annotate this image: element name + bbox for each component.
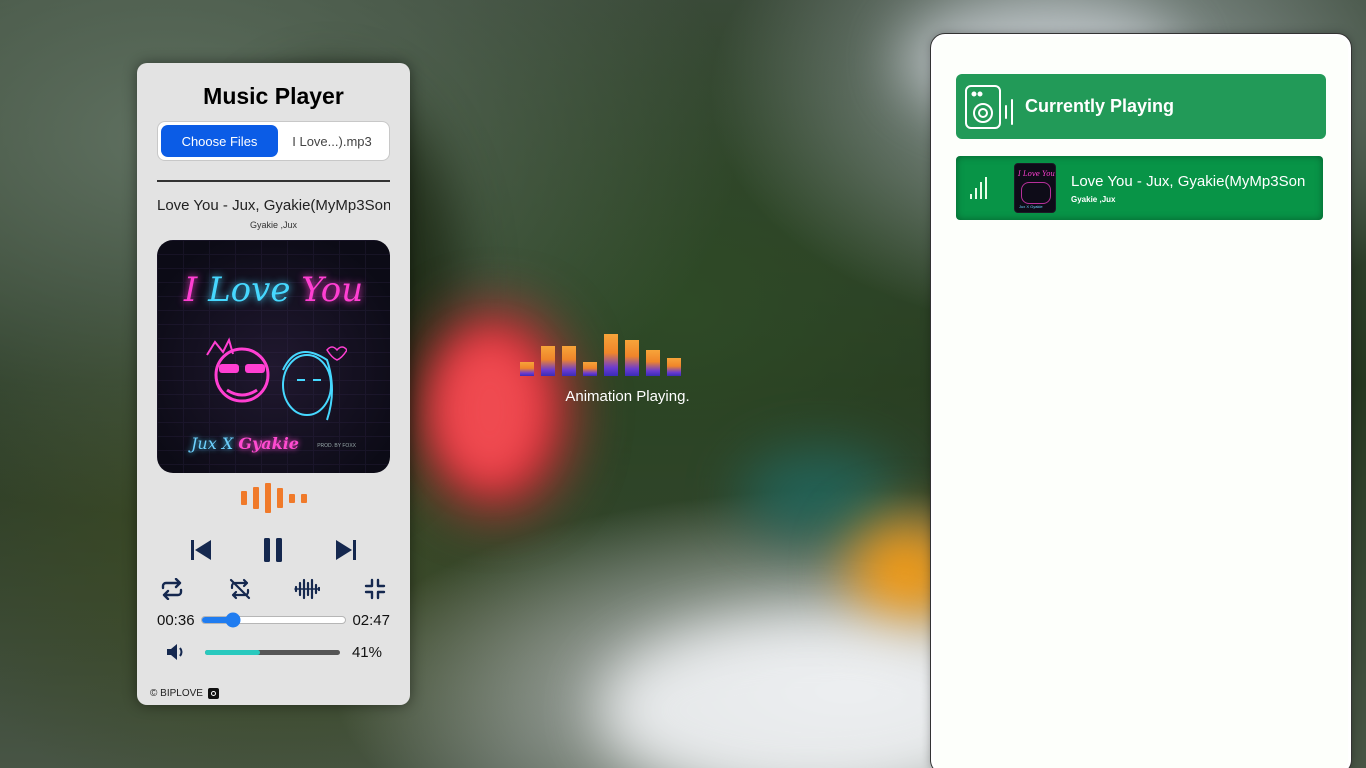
album-cover: I Love You Jux X Gyakie PROD. BY FOXX <box>157 240 390 473</box>
seek-slider[interactable] <box>200 612 347 628</box>
file-input[interactable]: Choose Files I Love...).mp3 <box>157 121 390 161</box>
seek-thumb[interactable] <box>225 612 241 628</box>
github-icon[interactable] <box>207 688 219 699</box>
cover-faces-illustration <box>206 337 347 421</box>
duration-time: 02:47 <box>352 611 390 629</box>
music-player-panel: Music Player Choose Files I Love...).mp3… <box>137 63 410 705</box>
playback-options <box>157 576 390 602</box>
copyright-text: © BIPLOVE <box>150 688 203 699</box>
divider <box>157 180 390 182</box>
skip-previous-icon <box>191 540 212 560</box>
song-artist: Gyakie ,Jux <box>249 220 298 230</box>
animation-status: Animation Playing. <box>565 388 690 405</box>
song-title: Love You - Jux, Gyakie(MyMp3Song <box>157 197 390 214</box>
cover-producer-text: PROD. BY FOXX <box>317 443 356 449</box>
waveform-icon <box>294 578 321 600</box>
now-playing-icon <box>970 177 1010 199</box>
volume-icon[interactable] <box>165 642 187 662</box>
choose-files-button[interactable]: Choose Files <box>161 125 278 157</box>
collapse-icon <box>364 578 386 600</box>
volume-row: 41% <box>157 642 390 662</box>
shuffle-toggle[interactable] <box>225 574 255 604</box>
shuffle-off-icon <box>229 578 250 600</box>
cover-artist-text: Jux X Gyakie <box>191 434 299 453</box>
previous-button[interactable] <box>186 535 216 565</box>
mini-visualizer <box>157 483 390 513</box>
volume-slider[interactable] <box>205 649 340 655</box>
pause-button[interactable] <box>258 535 288 565</box>
footer: © BIPLOVE <box>150 688 219 699</box>
playback-controls <box>157 535 390 565</box>
queue-header: Currently Playing <box>956 74 1326 139</box>
queue-title: Currently Playing <box>1025 96 1175 116</box>
progress-row: 00:36 02:47 <box>157 610 390 630</box>
next-button[interactable] <box>331 535 361 565</box>
cover-title-text: I Love You <box>183 270 364 310</box>
queue-item-thumbnail: I Love You Jux X Gyakie <box>1014 163 1056 213</box>
speaker-icon <box>965 84 1013 129</box>
queue-panel: Currently Playing I Love You Jux X Gyaki… <box>931 34 1351 768</box>
center-visualizer <box>520 334 730 376</box>
minimize-button[interactable] <box>360 574 390 604</box>
repeat-icon <box>161 578 183 600</box>
queue-item-artist: Gyakie ,Jux <box>1071 194 1116 204</box>
selected-file-name: I Love...).mp3 <box>292 133 372 149</box>
pause-icon <box>264 538 283 562</box>
queue-item[interactable]: I Love You Jux X Gyakie Love You - Jux, … <box>956 156 1323 220</box>
repeat-button[interactable] <box>157 574 187 604</box>
equalizer-button[interactable] <box>292 574 322 604</box>
current-time: 00:36 <box>157 611 195 629</box>
skip-next-icon <box>335 540 356 560</box>
volume-percent: 41% <box>351 643 382 661</box>
player-title: Music Player <box>203 83 344 109</box>
queue-item-title: Love You - Jux, Gyakie(MyMp3Song <box>1071 172 1305 190</box>
